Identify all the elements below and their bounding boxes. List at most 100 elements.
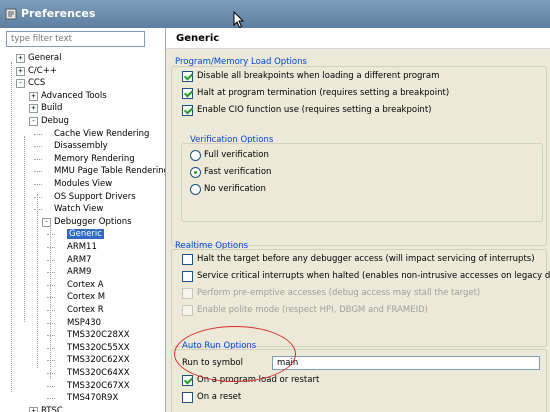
- tree-item[interactable]: Cortex M: [67, 291, 105, 303]
- tree-item[interactable]: Cache View Rendering: [54, 128, 149, 140]
- tree-item-label: OS Support Drivers: [54, 191, 136, 202]
- collapse-icon[interactable]: -: [16, 79, 25, 89]
- tree-connector: [47, 373, 55, 374]
- tree-item-label: TMS320C64XX: [67, 368, 130, 378]
- tree-item[interactable]: RTSC: [41, 405, 63, 412]
- checkbox-label: Halt at program termination (requires se…: [197, 88, 450, 98]
- tree-item-label: Debugger Options: [54, 216, 132, 227]
- tree-item[interactable]: Cortex A: [67, 279, 104, 291]
- tree-connector: [34, 146, 42, 148]
- tree-item[interactable]: ARM11: [67, 241, 97, 253]
- tree-connector: [37, 194, 38, 368]
- radio-label: Fast verification: [204, 167, 272, 177]
- radio-button[interactable]: [190, 167, 201, 178]
- tree-item[interactable]: Build: [41, 102, 62, 114]
- radio-button[interactable]: [190, 150, 201, 161]
- expand-icon[interactable]: +: [16, 66, 25, 76]
- checkbox[interactable]: [182, 71, 193, 82]
- checkbox[interactable]: [182, 375, 193, 386]
- tree-item[interactable]: Modules View: [54, 178, 112, 190]
- tree-connector: [47, 310, 55, 311]
- tree-item[interactable]: ARM9: [67, 266, 91, 278]
- tree-item[interactable]: MSP430: [67, 317, 101, 329]
- tree-item[interactable]: C/C++: [28, 65, 57, 77]
- checkbox[interactable]: [182, 254, 193, 265]
- checkbox[interactable]: [182, 271, 193, 282]
- title-bar[interactable]: Preferences: [0, 0, 550, 29]
- tree-connector: [34, 158, 42, 160]
- tree-connector: [47, 297, 55, 299]
- tree-connector: [47, 347, 55, 349]
- tree-item[interactable]: OS Support Drivers: [54, 191, 136, 203]
- tree-item[interactable]: Memory Rendering: [54, 153, 135, 165]
- tree-item[interactable]: Debug: [41, 115, 69, 127]
- collapse-icon[interactable]: -: [29, 117, 38, 126]
- tree-item-label: Disassembly: [54, 141, 108, 152]
- tree-item-label: Cache View Rendering: [54, 128, 150, 139]
- tree-item[interactable]: Advanced Tools: [41, 90, 107, 102]
- tree-connector: [47, 272, 55, 274]
- tree-connector: [47, 360, 55, 362]
- tree-item[interactable]: TMS320C28XX: [67, 329, 130, 341]
- run-to-symbol-input[interactable]: main: [272, 356, 540, 370]
- checkbox-label: Perform pre-emptive accesses (debug acce…: [197, 288, 481, 298]
- checkbox-label: Enable CIO function use (requires settin…: [197, 105, 432, 115]
- radio-button[interactable]: [190, 184, 201, 195]
- checkbox[interactable]: [182, 392, 193, 403]
- tree-item[interactable]: TMS470R9X: [67, 392, 118, 404]
- tree-item-label: TMS320C62XX: [67, 355, 130, 366]
- tree-item-label: ARM11: [67, 242, 97, 252]
- tree-item[interactable]: TMS320C64XX: [67, 367, 130, 379]
- tree-connector: [47, 335, 55, 337]
- tree-connector: [24, 136, 25, 322]
- tree-item-label: Build: [41, 103, 63, 114]
- expand-icon[interactable]: +: [16, 54, 25, 63]
- expand-icon[interactable]: +: [29, 406, 38, 412]
- tree-item[interactable]: Cortex R: [67, 304, 104, 316]
- tree-item[interactable]: TMS320C67XX: [67, 380, 130, 392]
- checkbox-label: Halt the target before any debugger acce…: [197, 254, 535, 264]
- page-header: Generic: [166, 28, 550, 49]
- tree-connector: [47, 322, 55, 324]
- expand-icon[interactable]: +: [29, 104, 38, 114]
- checkbox: [182, 288, 193, 299]
- checkbox[interactable]: [182, 105, 193, 116]
- tree-item[interactable]: Disassembly: [54, 140, 108, 152]
- tree-connector: [47, 284, 55, 286]
- checkbox-label: On a reset: [197, 392, 242, 402]
- tree-item-label: Cortex R: [67, 305, 104, 315]
- tree-item[interactable]: Generic: [67, 228, 104, 240]
- tree-item[interactable]: Debugger Options: [54, 216, 132, 228]
- tree-item[interactable]: TMS320C55XX: [67, 342, 130, 354]
- tree-item-label: MSP430: [67, 317, 102, 328]
- tree-connector: [34, 133, 42, 135]
- checkbox-label: Disable all breakpoints when loading a d…: [197, 71, 440, 81]
- mouse-cursor-icon: [233, 11, 245, 29]
- tree-item-label: CCS: [28, 78, 46, 89]
- tree-connector: [34, 209, 42, 211]
- filter-input[interactable]: [6, 31, 145, 47]
- page-title: Generic: [176, 33, 220, 44]
- tree-connector: [47, 398, 55, 400]
- tree-item[interactable]: TMS320C62XX: [67, 354, 130, 366]
- tree-connector: [34, 196, 42, 198]
- tree-item-label: ARM7: [67, 254, 92, 265]
- tree-item-label: Advanced Tools: [41, 90, 107, 101]
- tree-item[interactable]: General: [28, 52, 62, 64]
- preferences-window: Preferences General+C/C+++CCS-Advanced T…: [0, 0, 550, 412]
- checkbox[interactable]: [182, 88, 193, 99]
- tree-item-label: General: [28, 53, 62, 63]
- tree-connector: [11, 62, 12, 392]
- tree-item-label: TMS320C55XX: [67, 342, 130, 353]
- expand-icon[interactable]: +: [29, 91, 38, 101]
- preference-tree-pane: General+C/C+++CCS-Advanced Tools+Build+D…: [0, 28, 166, 412]
- annotation-ellipse: [174, 326, 296, 382]
- tree-item-label: Memory Rendering: [54, 153, 135, 164]
- tree-item[interactable]: Watch View: [54, 203, 103, 215]
- tree-item[interactable]: MMU Page Table Rendering: [54, 165, 165, 177]
- tree-item[interactable]: CCS: [28, 77, 45, 89]
- checkbox: [182, 305, 193, 316]
- tree-item[interactable]: ARM7: [67, 254, 91, 266]
- tree-item-label: C/C++: [28, 65, 57, 76]
- window-icon: [5, 8, 17, 20]
